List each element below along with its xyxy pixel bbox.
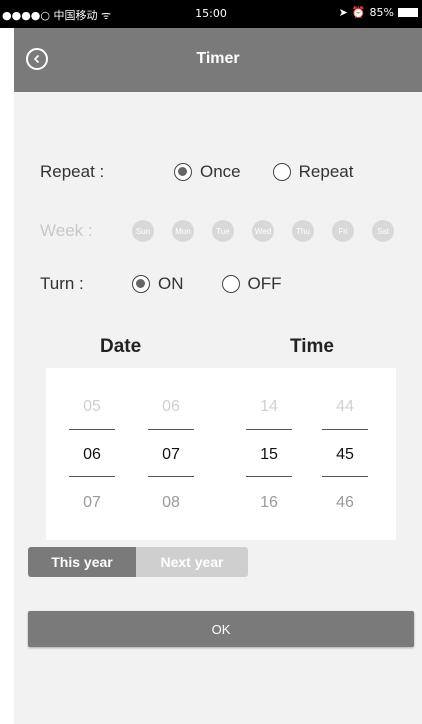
year-toggle: This year Next year (28, 547, 248, 577)
week-label: Week : (40, 221, 93, 240)
radio-off-indicator (221, 275, 240, 293)
radio-repeat-indicator (272, 163, 291, 181)
repeat-row: Repeat : Once Repeat (40, 162, 353, 182)
radio-on[interactable]: ON (132, 274, 184, 294)
day-next: 08 (162, 494, 180, 511)
radio-on-indicator (132, 275, 150, 293)
hour-line-top (246, 429, 292, 430)
day-tue: Tue (212, 220, 234, 242)
hour-current: 15 (260, 446, 278, 463)
radio-once-indicator (174, 163, 192, 181)
ok-button[interactable]: OK (28, 611, 414, 647)
radio-repeat-label: Repeat (298, 162, 354, 181)
hour-line-bottom (246, 476, 292, 477)
turn-row: Turn : ON OFF (40, 274, 282, 294)
status-bar: ●●●●○ 中国移动 ᯤ 15:00 ➤ ⏰ 85% (0, 0, 422, 28)
minute-line-top (322, 429, 368, 430)
month-current: 06 (83, 446, 101, 463)
month-line-bottom (69, 476, 115, 477)
alarm-icon: ⏰ (351, 6, 366, 19)
time-title: Time (290, 336, 335, 357)
day-thu: Thu (292, 220, 314, 242)
turn-label: Turn : (40, 274, 84, 293)
day-sun: Sun (132, 220, 154, 242)
status-right: ➤ ⏰ 85% (339, 6, 418, 19)
hour-prev: 14 (260, 398, 278, 415)
radio-on-label: ON (158, 274, 184, 293)
next-year-button[interactable]: Next year (136, 547, 248, 577)
minute-prev: 44 (336, 398, 354, 415)
radio-once-label: Once (200, 162, 241, 181)
minute-current: 45 (336, 446, 354, 463)
radio-once[interactable]: Once (174, 162, 241, 182)
repeat-label: Repeat : (40, 162, 105, 181)
radio-off-label: OFF (247, 274, 282, 293)
day-wed: Wed (252, 220, 274, 242)
month-next: 07 (83, 494, 101, 511)
minute-line-bottom (322, 476, 368, 477)
day-sat: Sat (372, 220, 394, 242)
hour-next: 16 (260, 494, 278, 511)
this-year-button[interactable]: This year (28, 547, 136, 577)
location-icon: ➤ (338, 6, 348, 19)
day-mon: Mon (172, 220, 194, 242)
nav-header: Timer (14, 28, 422, 92)
day-fri: Fri (332, 220, 354, 242)
day-current: 07 (162, 446, 180, 463)
day-line-bottom (148, 476, 194, 477)
date-title: Date (100, 336, 142, 357)
timer-content: Repeat : Once Repeat Week : Sun Mon Tue … (14, 92, 422, 724)
battery-icon (398, 8, 418, 17)
minute-next: 46 (336, 494, 354, 511)
month-line-top (69, 429, 115, 430)
radio-repeat[interactable]: Repeat (272, 162, 354, 182)
day-prev: 06 (162, 398, 180, 415)
page-title: Timer (196, 50, 240, 67)
week-row: Week : Sun Mon Tue Wed Thu Fri Sat (40, 220, 412, 242)
month-prev: 05 (83, 398, 101, 415)
app-screen: ●●●●○ 中国移动 ᯤ 15:00 ➤ ⏰ 85% Timer Repeat … (0, 0, 422, 724)
day-line-top (148, 429, 194, 430)
radio-off[interactable]: OFF (221, 274, 282, 294)
date-time-picker: 05 06 07 06 07 08 14 15 16 44 45 46 (46, 368, 396, 540)
battery-percent: 85% (369, 6, 394, 19)
